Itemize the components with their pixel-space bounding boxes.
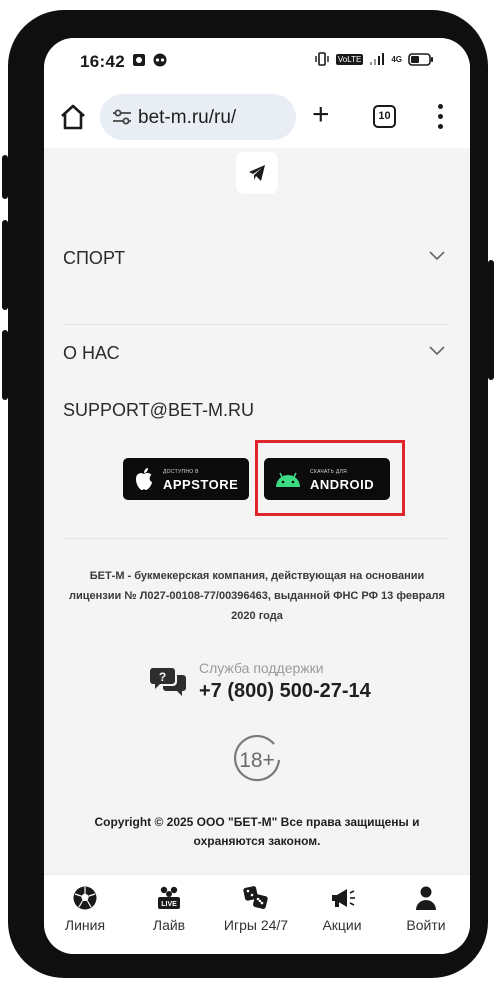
user-icon	[416, 886, 436, 910]
appstore-small-text: Доступно в	[163, 469, 199, 475]
home-icon[interactable]	[58, 102, 88, 132]
nav-login-label: Войти	[406, 917, 446, 933]
phone-power-button	[488, 260, 494, 380]
apple-icon	[136, 468, 152, 490]
network-type: 4G	[391, 54, 402, 64]
site-settings-icon[interactable]	[112, 109, 132, 125]
chevron-down-icon	[429, 346, 445, 356]
phone-volume-button-2	[2, 330, 8, 400]
divider	[63, 538, 449, 539]
telegram-icon	[249, 165, 265, 181]
support-email-link[interactable]: SUPPORT@BET-M.RU	[63, 382, 449, 438]
url-text: bet-m.ru/ru/	[138, 107, 237, 128]
nav-line[interactable]: Линия	[45, 885, 125, 933]
menu-sport-label: СПОРТ	[63, 248, 126, 268]
new-tab-button[interactable]: +	[312, 100, 330, 130]
browser-toolbar: bet-m.ru/ru/ + 10	[44, 86, 470, 148]
nav-live-label: Лайв	[152, 917, 186, 933]
address-bar[interactable]: bet-m.ru/ru/	[100, 94, 296, 140]
nav-promos[interactable]: Акции	[302, 885, 382, 933]
volte-badge: VoLTE	[335, 53, 364, 65]
vibrate-icon	[315, 52, 329, 66]
svg-text:LIVE: LIVE	[161, 901, 177, 908]
signal-icon	[370, 53, 385, 65]
phone-volume-button	[2, 220, 8, 310]
chevron-down-icon	[429, 251, 445, 261]
live-icon: LIVE	[158, 886, 180, 909]
nav-live[interactable]: LIVE Лайв	[129, 885, 209, 933]
soccer-ball-icon	[73, 886, 97, 910]
age-18-icon: 18+	[234, 734, 281, 782]
status-right-icons: VoLTE 4G	[314, 52, 434, 66]
menu-sport[interactable]: СПОРТ	[63, 230, 449, 286]
megaphone-icon	[332, 889, 355, 907]
phone-frame: 16:42 VoLTE 4G bet-m.ru/ru/ + 10 СПОРТ О…	[2, 10, 494, 978]
android-highlight-box	[255, 440, 405, 516]
screen: 16:42 VoLTE 4G bet-m.ru/ru/ + 10 СПОРТ О…	[44, 38, 470, 954]
svg-text:?: ?	[159, 670, 166, 684]
telegram-link[interactable]	[236, 152, 278, 194]
appstore-button[interactable]: Доступно в APPSTORE	[123, 458, 249, 500]
nav-games[interactable]: Игры 24/7	[216, 885, 296, 933]
status-bar: 16:42 VoLTE 4G	[44, 38, 470, 86]
age-text: 18+	[239, 749, 275, 772]
support-contact[interactable]: ? Служба поддержки +7 (800) 500-27-14	[150, 660, 400, 716]
license-text: БЕТ-М - букмекерская компания, действующ…	[69, 570, 445, 622]
dice-icon	[243, 886, 268, 909]
nav-line-label: Линия	[64, 917, 106, 933]
support-chat-icon: ?	[150, 668, 186, 696]
status-left-icons	[132, 53, 168, 67]
copyright-text: Copyright © 2025 ООО "БЕТ-М" Все права з…	[94, 815, 420, 848]
menu-about-label: О НАС	[63, 343, 120, 363]
battery-icon	[408, 52, 433, 66]
bottom-navigation: Линия LIVE Лайв Игры 24/7 Акции Войти	[44, 874, 470, 954]
nav-promos-label: Акции	[322, 917, 362, 933]
support-phone[interactable]: +7 (800) 500-27-14	[199, 680, 371, 703]
status-time: 16:42	[80, 52, 125, 71]
more-menu-icon[interactable]	[438, 104, 444, 130]
appstore-big-text: APPSTORE	[163, 477, 239, 492]
support-label: Служба поддержки	[199, 660, 324, 676]
notification-icon	[133, 54, 145, 66]
support-email: SUPPORT@BET-M.RU	[63, 400, 254, 420]
menu-about[interactable]: О НАС	[63, 325, 449, 381]
nav-games-label: Игры 24/7	[223, 917, 289, 933]
age-restriction-badge: 18+	[230, 733, 284, 792]
phone-side-button	[2, 155, 8, 199]
vpn-icon	[153, 53, 167, 67]
tabs-button[interactable]: 10	[373, 105, 396, 128]
nav-login[interactable]: Войти	[386, 885, 466, 933]
